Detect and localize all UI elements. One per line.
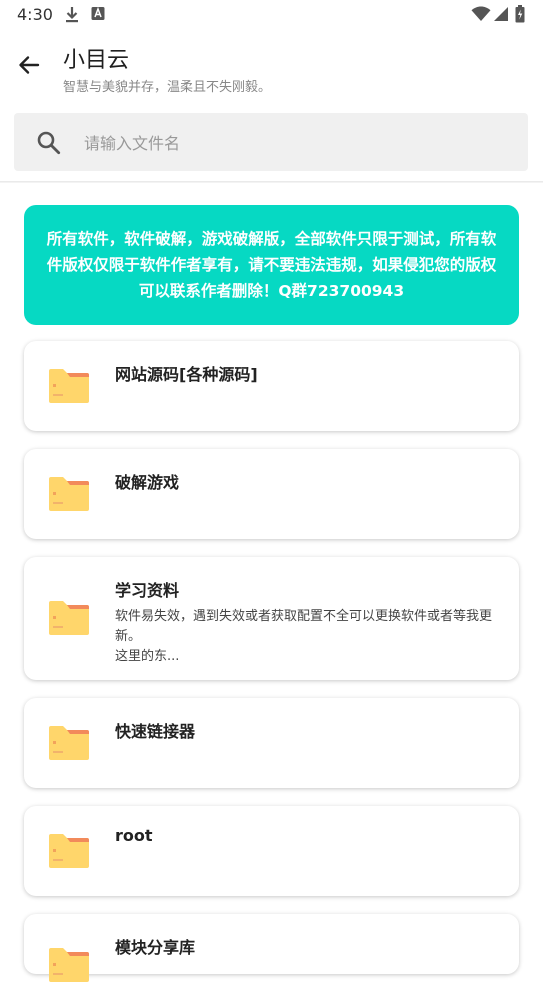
folder-icon [48,475,90,517]
signal-icon [493,6,509,26]
folder-icon [48,367,90,409]
notice-banner: 所有软件，软件破解，游戏破解版，全部软件只限于测试，所有软件版权仅限于软件作者享… [24,205,519,325]
status-bar: 4:30 [0,0,543,30]
folder-item[interactable]: root [24,806,519,896]
notice-text: 所有软件，软件破解，游戏破解版，全部软件只限于测试，所有软件版权仅限于软件作者享… [46,230,497,300]
folder-description: 软件易失效，遇到失效或者获取配置不全可以更换软件或者等我更新。 这里的东... [115,607,507,667]
folder-icon [48,724,90,766]
folder-item[interactable]: 网站源码[各种源码] [24,341,519,431]
status-time: 4:30 [17,5,53,24]
folder-title: root [115,826,153,845]
arrow-back-icon [17,53,41,81]
app-notification-icon [91,6,105,26]
folder-item[interactable]: 模块分享库 [24,914,519,982]
folder-item[interactable]: 破解游戏 [24,449,519,539]
page-subtitle: 智慧与美貌并存，温柔且不失刚毅。 [63,80,272,95]
wifi-icon [471,6,491,26]
folder-item[interactable]: 学习资料 软件易失效，遇到失效或者获取配置不全可以更换软件或者等我更新。 这里的… [24,557,519,680]
folder-description-line: 这里的东... [115,649,180,664]
app-bar: 小目云 智慧与美貌并存，温柔且不失刚毅。 [0,30,543,102]
folder-item[interactable]: 快速链接器 [24,698,519,788]
folder-title: 学习资料 [115,581,180,600]
folder-icon [48,832,90,874]
search-icon [36,130,62,160]
back-button[interactable] [12,50,46,84]
folder-icon [48,946,90,988]
folder-icon [48,599,90,641]
folder-title: 快速链接器 [115,722,196,741]
download-icon [64,6,80,28]
page-title: 小目云 [63,48,130,73]
search-input[interactable] [82,113,516,173]
search-bar[interactable] [14,113,528,173]
battery-icon [515,5,525,27]
folder-title: 模块分享库 [115,938,196,957]
folder-description-line: 软件易失效，遇到失效或者获取配置不全可以更换软件或者等我更新。 [115,609,493,644]
header-divider [0,181,543,183]
folder-title: 破解游戏 [115,473,180,492]
folder-title: 网站源码[各种源码] [115,365,258,384]
